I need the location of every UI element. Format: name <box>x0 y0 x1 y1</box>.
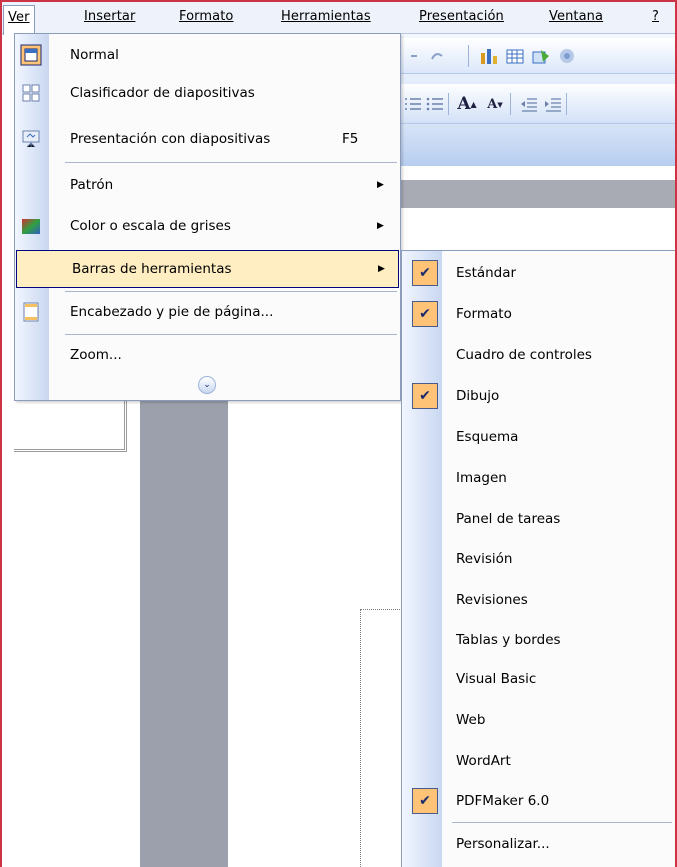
ver-menu: Normal Clasificador de diapositivas Pres… <box>14 33 401 401</box>
color-grayscale-toolbar-icon[interactable] <box>556 45 578 67</box>
menu-separator <box>65 162 397 163</box>
task-toolbar-strip <box>400 124 675 166</box>
submenu-item-pdfmaker[interactable]: ✔ PDFMaker 6.0 <box>402 781 677 821</box>
insert-picture-icon[interactable] <box>530 45 552 67</box>
menu-presentacion[interactable]: Presentación <box>419 9 504 24</box>
menu-help[interactable]: ? <box>652 9 659 24</box>
check-icon: ✔ <box>412 260 438 286</box>
submenu-item-tablas-bordes[interactable]: Tablas y bordes <box>402 620 677 660</box>
toolbar-separator <box>566 93 567 115</box>
submenu-item-estandar[interactable]: ✔ Estándar <box>402 253 677 293</box>
submenu-item-visual-basic[interactable]: Visual Basic <box>402 659 677 699</box>
redo-icon[interactable] <box>426 45 448 67</box>
color-grayscale-icon <box>19 214 43 238</box>
standard-toolbar <box>400 38 675 74</box>
insert-chart-icon[interactable] <box>478 45 500 67</box>
workspace-gray-area <box>140 400 228 867</box>
check-icon: ✔ <box>412 301 438 327</box>
bullets-icon[interactable] <box>424 93 446 115</box>
menu-item-color-grayscale[interactable]: Color o escala de grises ▶ <box>15 207 400 245</box>
submenu-arrow-icon: ▶ <box>378 264 385 274</box>
normal-view-icon <box>19 43 43 67</box>
submenu-item-personalizar[interactable]: Personalizar... <box>402 824 677 864</box>
submenu-arrow-icon: ▶ <box>377 180 384 190</box>
menu-item-patron[interactable]: Patrón ▶ <box>15 166 400 204</box>
menu-herramientas[interactable]: Herramientas <box>281 9 371 24</box>
submenu-item-dibujo[interactable]: ✔ Dibujo <box>402 376 677 416</box>
slide-thumbnail-frame <box>14 400 127 452</box>
menu-item-slideshow[interactable]: Presentación con diapositivas F5 <box>15 120 400 158</box>
submenu-arrow-icon: ▶ <box>377 221 384 231</box>
undo-dropdown-icon[interactable] <box>406 45 428 67</box>
menu-bar: Ver Insertar Formato Herramientas Presen… <box>2 2 675 35</box>
submenu-item-revision[interactable]: Revisión <box>402 539 677 579</box>
submenu-item-web[interactable]: Web <box>402 700 677 740</box>
submenu-item-formato[interactable]: ✔ Formato <box>402 294 677 334</box>
decrease-indent-icon[interactable] <box>518 93 540 115</box>
header-footer-icon <box>19 300 43 324</box>
submenu-separator <box>452 822 672 823</box>
menu-separator <box>65 291 397 292</box>
submenu-item-panel-tareas[interactable]: Panel de tareas <box>402 499 677 539</box>
slideshow-icon <box>19 127 43 151</box>
decrease-font-icon[interactable]: A ▼ <box>484 93 506 115</box>
expand-menu-chevron-icon[interactable]: ⌄ <box>198 376 216 394</box>
submenu-item-revisiones[interactable]: Revisiones <box>402 580 677 620</box>
toolbar-separator <box>510 93 511 115</box>
slide-sorter-icon <box>19 81 43 105</box>
submenu-item-wordart[interactable]: WordArt <box>402 741 677 781</box>
menu-item-header-footer[interactable]: Encabezado y pie de página... <box>15 293 400 331</box>
toolbar-separator <box>468 45 469 67</box>
increase-font-icon[interactable]: A ▲ <box>456 93 478 115</box>
menu-item-normal[interactable]: Normal <box>15 36 400 74</box>
menu-formato[interactable]: Formato <box>179 9 233 24</box>
menu-item-toolbars[interactable]: Barras de herramientas ▶ <box>16 250 399 288</box>
increase-indent-icon[interactable] <box>542 93 564 115</box>
menu-ver[interactable]: Ver <box>3 5 35 35</box>
menu-ventana[interactable]: Ventana <box>549 9 603 24</box>
menu-item-zoom[interactable]: Zoom... <box>15 336 400 374</box>
toolbar-separator <box>448 93 449 115</box>
toolbars-submenu: ✔ Estándar ✔ Formato Cuadro de controles… <box>401 250 677 867</box>
insert-table-icon[interactable] <box>504 45 526 67</box>
numbering-icon[interactable] <box>402 93 424 115</box>
check-icon: ✔ <box>412 788 438 814</box>
menu-insertar[interactable]: Insertar <box>84 9 135 24</box>
submenu-item-esquema[interactable]: Esquema <box>402 417 677 457</box>
menu-item-slide-sorter[interactable]: Clasificador de diapositivas <box>15 74 400 112</box>
pane-header-strip <box>400 180 675 208</box>
formatting-toolbar: A ▲ A ▼ <box>400 84 675 124</box>
check-icon: ✔ <box>412 383 438 409</box>
menu-separator <box>65 334 397 335</box>
submenu-item-cuadro-controles[interactable]: Cuadro de controles <box>402 335 677 375</box>
submenu-item-imagen[interactable]: Imagen <box>402 458 677 498</box>
